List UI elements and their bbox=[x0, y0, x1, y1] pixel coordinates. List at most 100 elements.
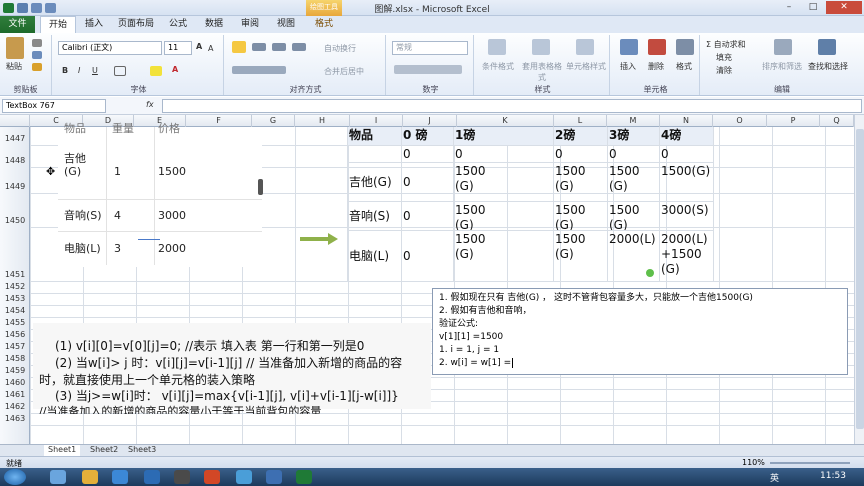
cell-style-button[interactable]: 单元格样式 bbox=[566, 61, 606, 72]
row-header-1462[interactable]: 1462 bbox=[0, 402, 30, 413]
merge-center-button[interactable]: 合并后居中 bbox=[324, 66, 364, 77]
text-box-767[interactable]: 1. 假如现在只有 吉他(G) ， 这时不管背包容量多大，只能放一个吉他1500… bbox=[432, 288, 848, 375]
tab-view[interactable]: 视图 bbox=[272, 16, 300, 33]
column-header-P[interactable]: P bbox=[767, 115, 820, 127]
tab-format[interactable]: 格式 bbox=[308, 16, 340, 33]
format-painter-icon[interactable] bbox=[32, 63, 42, 71]
column-header-I[interactable]: I bbox=[350, 115, 403, 127]
row-header-1457[interactable]: 1457 bbox=[0, 342, 30, 353]
grow-font-button[interactable]: A bbox=[196, 42, 202, 51]
conditional-format-button[interactable]: 条件格式 bbox=[482, 61, 514, 72]
row-header-1459[interactable]: 1459 bbox=[0, 366, 30, 377]
sort-filter-button[interactable]: 排序和筛选 bbox=[762, 61, 802, 72]
tab-home[interactable]: 开始 bbox=[40, 16, 76, 33]
close-icon[interactable]: ✕ bbox=[826, 1, 862, 14]
insert-cells-icon[interactable] bbox=[620, 39, 638, 55]
zoom-slider[interactable] bbox=[770, 462, 850, 464]
row-header-1447[interactable]: 1447 bbox=[0, 134, 30, 145]
autosum-button[interactable]: Σ 自动求和 bbox=[706, 39, 746, 50]
select-all-corner[interactable] bbox=[0, 115, 30, 127]
tab-page-layout[interactable]: 页面布局 bbox=[114, 16, 158, 33]
column-header-K[interactable]: K bbox=[457, 115, 554, 127]
format-cells-icon[interactable] bbox=[676, 39, 694, 55]
row-header-1461[interactable]: 1461 bbox=[0, 390, 30, 401]
language-indicator[interactable]: 英 bbox=[770, 471, 779, 484]
sort-filter-icon[interactable] bbox=[774, 39, 792, 55]
fill-color-icon[interactable] bbox=[150, 66, 162, 76]
word-taskbar-icon[interactable] bbox=[266, 470, 282, 484]
orientation-icon[interactable] bbox=[292, 43, 306, 51]
bold-button[interactable]: B bbox=[62, 66, 68, 75]
explorer-taskbar-icon[interactable] bbox=[50, 470, 66, 484]
delete-button[interactable]: 删除 bbox=[648, 61, 664, 72]
delete-cells-icon[interactable] bbox=[648, 39, 666, 55]
tab-file[interactable]: 文件 bbox=[0, 16, 35, 33]
font-size-select[interactable]: 11 bbox=[164, 41, 192, 55]
shrink-font-button[interactable]: A bbox=[208, 44, 213, 53]
row-header-1456[interactable]: 1456 bbox=[0, 330, 30, 341]
sheet-tab-3[interactable]: Sheet3 bbox=[124, 445, 160, 456]
column-header-M[interactable]: M bbox=[607, 115, 660, 127]
table-format-icon[interactable] bbox=[532, 39, 550, 55]
wrap-text-button[interactable]: 自动换行 bbox=[324, 43, 356, 54]
align-horizontal-icons[interactable] bbox=[232, 66, 286, 74]
clear-button[interactable]: 清除 bbox=[716, 65, 732, 76]
picture-table[interactable]: 物品 重量 价格 吉他 (G) 1 1500 音响(S) 4 3000 电脑(L… bbox=[58, 122, 263, 267]
font-color-button[interactable]: A bbox=[172, 65, 178, 74]
insert-button[interactable]: 插入 bbox=[620, 61, 636, 72]
folder-taskbar-icon[interactable] bbox=[82, 470, 98, 484]
zoom-level[interactable]: 110% bbox=[742, 458, 765, 467]
powerpoint-taskbar-icon[interactable] bbox=[204, 470, 220, 484]
formula-input[interactable] bbox=[162, 99, 862, 113]
name-box[interactable]: TextBox 767 bbox=[2, 99, 106, 113]
cell-style-icon[interactable] bbox=[576, 39, 594, 55]
find-select-icon[interactable] bbox=[818, 39, 836, 55]
align-bottom-icon[interactable] bbox=[272, 43, 286, 51]
tab-insert[interactable]: 插入 bbox=[80, 16, 108, 33]
row-header-1458[interactable]: 1458 bbox=[0, 354, 30, 365]
italic-button[interactable]: I bbox=[78, 66, 80, 75]
number-format-icons[interactable] bbox=[394, 65, 462, 74]
paste-icon[interactable] bbox=[6, 37, 24, 59]
picture-resize-handle[interactable] bbox=[258, 179, 263, 195]
sheet-tab-1[interactable]: Sheet1 bbox=[44, 445, 81, 456]
tab-review[interactable]: 审阅 bbox=[236, 16, 264, 33]
cut-icon[interactable] bbox=[32, 39, 42, 47]
align-middle-icon[interactable] bbox=[252, 43, 266, 51]
tab-formulas[interactable]: 公式 bbox=[164, 16, 192, 33]
underline-button[interactable]: U bbox=[92, 66, 98, 75]
sheet-tab-2[interactable]: Sheet2 bbox=[86, 445, 122, 456]
fx-icon[interactable]: fx bbox=[146, 100, 154, 109]
column-header-Q[interactable]: Q bbox=[820, 115, 854, 127]
column-header-H[interactable]: H bbox=[295, 115, 350, 127]
number-format-select[interactable]: 常规 bbox=[392, 41, 468, 55]
table-format-button[interactable]: 套用表格格式 bbox=[520, 61, 564, 83]
row-header-1452[interactable]: 1452 bbox=[0, 282, 30, 293]
minimize-icon[interactable]: – bbox=[778, 1, 800, 14]
paste-button[interactable]: 粘贴 bbox=[6, 61, 22, 72]
start-button-icon[interactable] bbox=[4, 469, 26, 485]
column-header-O[interactable]: O bbox=[713, 115, 767, 127]
column-header-F[interactable]: F bbox=[186, 115, 252, 127]
vertical-scrollbar[interactable] bbox=[854, 115, 864, 444]
row-header-1449[interactable]: 1449 bbox=[0, 182, 30, 193]
font-name-select[interactable]: Calibri (正文) bbox=[58, 41, 162, 55]
scroll-thumb[interactable] bbox=[856, 129, 864, 429]
align-top-icon[interactable] bbox=[232, 41, 246, 53]
fill-button[interactable]: 填充 bbox=[716, 52, 732, 63]
app2-taskbar-icon[interactable] bbox=[174, 470, 190, 484]
find-select-button[interactable]: 查找和选择 bbox=[808, 61, 848, 72]
border-icon[interactable] bbox=[114, 66, 126, 76]
tab-data[interactable]: 数据 bbox=[200, 16, 228, 33]
app-taskbar-icon[interactable] bbox=[144, 470, 160, 484]
row-header-1453[interactable]: 1453 bbox=[0, 294, 30, 305]
rotate-handle[interactable] bbox=[646, 269, 654, 277]
format-button[interactable]: 格式 bbox=[676, 61, 692, 72]
row-header-1463[interactable]: 1463 bbox=[0, 414, 30, 425]
excel-taskbar-icon[interactable] bbox=[296, 470, 312, 484]
row-header-1455[interactable]: 1455 bbox=[0, 318, 30, 329]
maximize-icon[interactable]: □ bbox=[802, 1, 824, 14]
column-header-G[interactable]: G bbox=[252, 115, 295, 127]
row-header-1448[interactable]: 1448 bbox=[0, 156, 30, 167]
app3-taskbar-icon[interactable] bbox=[236, 470, 252, 484]
